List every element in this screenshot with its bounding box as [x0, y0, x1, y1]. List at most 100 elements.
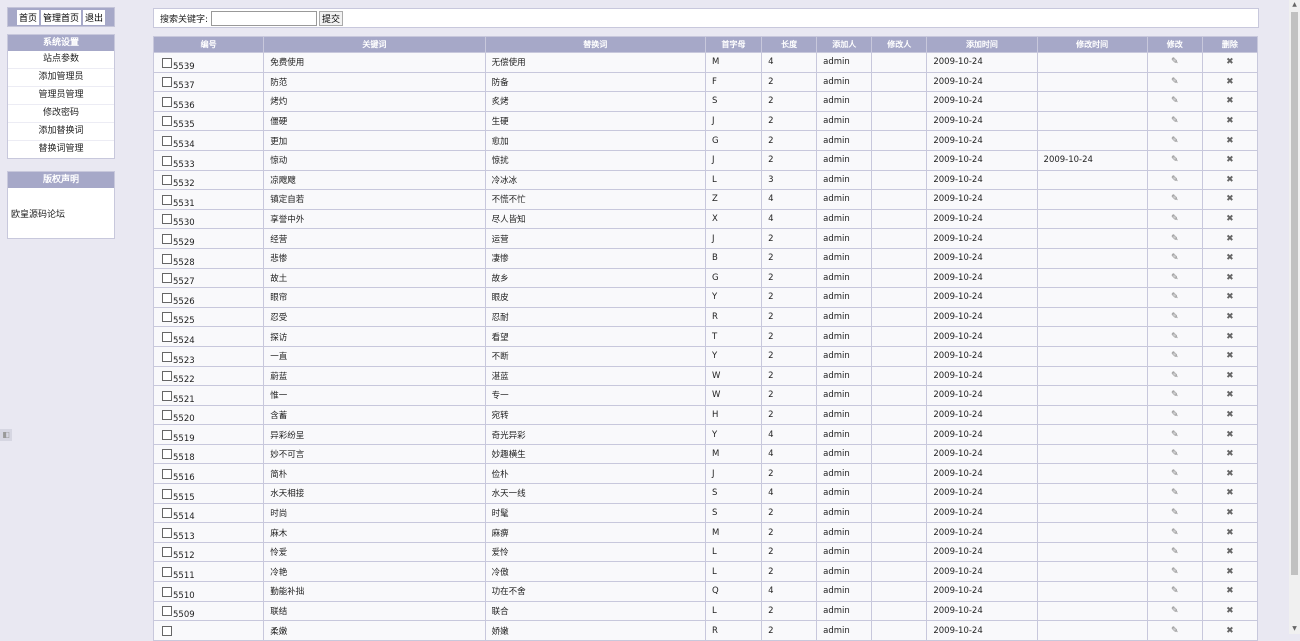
delete-icon[interactable]: ✖ — [1226, 214, 1234, 224]
edit-icon[interactable]: ✎ — [1171, 469, 1179, 479]
delete-icon[interactable]: ✖ — [1226, 57, 1234, 67]
row-checkbox[interactable] — [162, 469, 172, 480]
scroll-up-icon[interactable]: ▲ — [1289, 0, 1300, 10]
row-checkbox[interactable] — [162, 527, 172, 538]
row-checkbox[interactable] — [162, 488, 172, 499]
delete-icon[interactable]: ✖ — [1226, 351, 1234, 361]
edit-icon[interactable]: ✎ — [1171, 194, 1179, 204]
vertical-scrollbar[interactable]: ▲ ▼ — [1289, 0, 1300, 634]
delete-icon[interactable]: ✖ — [1226, 175, 1234, 185]
edit-icon[interactable]: ✎ — [1171, 253, 1179, 263]
row-checkbox[interactable] — [162, 449, 172, 460]
edit-icon[interactable]: ✎ — [1171, 586, 1179, 596]
row-checkbox[interactable] — [162, 57, 172, 68]
row-checkbox[interactable] — [162, 135, 172, 146]
delete-icon[interactable]: ✖ — [1226, 253, 1234, 263]
edit-icon[interactable]: ✎ — [1171, 57, 1179, 67]
edit-icon[interactable]: ✎ — [1171, 273, 1179, 283]
row-checkbox[interactable] — [162, 331, 172, 342]
row-checkbox[interactable] — [162, 606, 172, 617]
search-submit-button[interactable]: 提交 — [319, 10, 344, 26]
delete-icon[interactable]: ✖ — [1226, 469, 1234, 479]
row-checkbox[interactable] — [162, 567, 172, 578]
delete-icon[interactable]: ✖ — [1226, 567, 1234, 577]
row-checkbox[interactable] — [162, 292, 172, 303]
edit-icon[interactable]: ✎ — [1171, 488, 1179, 498]
collapse-sidebar-icon[interactable]: ◧ — [0, 429, 12, 441]
delete-icon[interactable]: ✖ — [1226, 155, 1234, 165]
nav-home-link[interactable]: 首页 — [16, 9, 39, 25]
row-checkbox[interactable] — [162, 547, 172, 558]
row-checkbox[interactable] — [162, 175, 172, 186]
delete-icon[interactable]: ✖ — [1226, 96, 1234, 106]
delete-icon[interactable]: ✖ — [1226, 273, 1234, 283]
delete-icon[interactable]: ✖ — [1226, 234, 1234, 244]
sidebar-item-replace-word-manage[interactable]: 替换词管理 — [8, 141, 114, 158]
edit-icon[interactable]: ✎ — [1171, 234, 1179, 244]
row-checkbox[interactable] — [162, 390, 172, 401]
row-checkbox[interactable] — [162, 233, 172, 244]
edit-icon[interactable]: ✎ — [1171, 351, 1179, 361]
delete-icon[interactable]: ✖ — [1226, 312, 1234, 322]
edit-icon[interactable]: ✎ — [1171, 390, 1179, 400]
row-checkbox[interactable] — [162, 586, 172, 597]
delete-icon[interactable]: ✖ — [1226, 116, 1234, 126]
edit-icon[interactable]: ✎ — [1171, 175, 1179, 185]
delete-icon[interactable]: ✖ — [1226, 528, 1234, 538]
edit-icon[interactable]: ✎ — [1171, 155, 1179, 165]
edit-icon[interactable]: ✎ — [1171, 430, 1179, 440]
edit-icon[interactable]: ✎ — [1171, 292, 1179, 302]
delete-icon[interactable]: ✖ — [1226, 292, 1234, 302]
edit-icon[interactable]: ✎ — [1171, 214, 1179, 224]
delete-icon[interactable]: ✖ — [1226, 77, 1234, 87]
edit-icon[interactable]: ✎ — [1171, 116, 1179, 126]
sidebar-item-add-admin[interactable]: 添加管理员 — [8, 69, 114, 87]
edit-icon[interactable]: ✎ — [1171, 449, 1179, 459]
delete-icon[interactable]: ✖ — [1226, 586, 1234, 596]
edit-icon[interactable]: ✎ — [1171, 410, 1179, 420]
edit-icon[interactable]: ✎ — [1171, 332, 1179, 342]
row-checkbox[interactable] — [162, 429, 172, 440]
row-checkbox[interactable] — [162, 194, 172, 205]
edit-icon[interactable]: ✎ — [1171, 136, 1179, 146]
row-checkbox[interactable] — [162, 625, 172, 636]
nav-admin-home-link[interactable]: 管理首页 — [40, 9, 81, 25]
edit-icon[interactable]: ✎ — [1171, 626, 1179, 636]
row-checkbox[interactable] — [162, 155, 172, 166]
sidebar-item-admin-manage[interactable]: 管理员管理 — [8, 87, 114, 105]
delete-icon[interactable]: ✖ — [1226, 626, 1234, 636]
delete-icon[interactable]: ✖ — [1226, 547, 1234, 557]
delete-icon[interactable]: ✖ — [1226, 606, 1234, 616]
delete-icon[interactable]: ✖ — [1226, 410, 1234, 420]
edit-icon[interactable]: ✎ — [1171, 528, 1179, 538]
search-input[interactable] — [211, 10, 318, 26]
edit-icon[interactable]: ✎ — [1171, 96, 1179, 106]
scrollbar-thumb[interactable] — [1291, 12, 1298, 575]
sidebar-item-site-params[interactable]: 站点参数 — [8, 51, 114, 69]
edit-icon[interactable]: ✎ — [1171, 567, 1179, 577]
edit-icon[interactable]: ✎ — [1171, 371, 1179, 381]
row-checkbox[interactable] — [162, 96, 172, 107]
row-checkbox[interactable] — [162, 116, 172, 127]
edit-icon[interactable]: ✎ — [1171, 77, 1179, 87]
row-checkbox[interactable] — [162, 312, 172, 323]
delete-icon[interactable]: ✖ — [1226, 508, 1234, 518]
sidebar-item-change-password[interactable]: 修改密码 — [8, 105, 114, 123]
nav-logout-link[interactable]: 退出 — [83, 9, 106, 25]
row-checkbox[interactable] — [162, 351, 172, 362]
delete-icon[interactable]: ✖ — [1226, 488, 1234, 498]
edit-icon[interactable]: ✎ — [1171, 547, 1179, 557]
edit-icon[interactable]: ✎ — [1171, 508, 1179, 518]
row-checkbox[interactable] — [162, 214, 172, 225]
delete-icon[interactable]: ✖ — [1226, 136, 1234, 146]
delete-icon[interactable]: ✖ — [1226, 430, 1234, 440]
row-checkbox[interactable] — [162, 410, 172, 421]
edit-icon[interactable]: ✎ — [1171, 312, 1179, 322]
row-checkbox[interactable] — [162, 77, 172, 88]
edit-icon[interactable]: ✎ — [1171, 606, 1179, 616]
row-checkbox[interactable] — [162, 508, 172, 519]
row-checkbox[interactable] — [162, 253, 172, 264]
row-checkbox[interactable] — [162, 371, 172, 382]
delete-icon[interactable]: ✖ — [1226, 332, 1234, 342]
delete-icon[interactable]: ✖ — [1226, 390, 1234, 400]
